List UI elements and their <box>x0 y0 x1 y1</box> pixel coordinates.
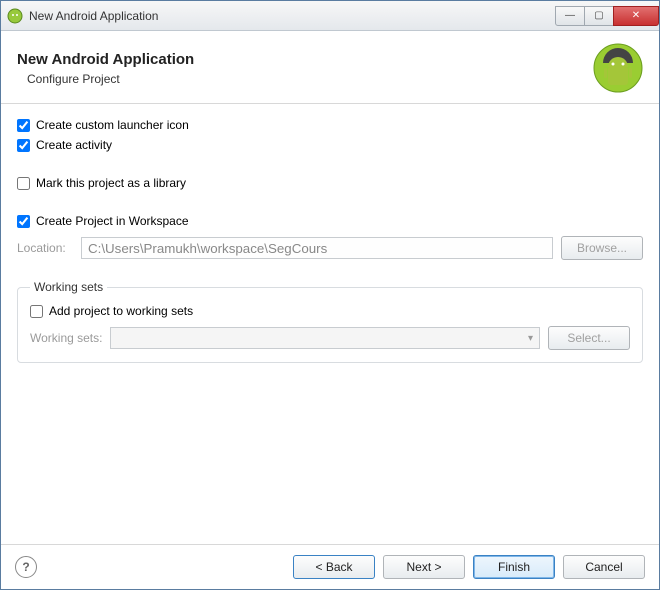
cancel-button[interactable]: Cancel <box>563 555 645 579</box>
wizard-content: Create custom launcher icon Create activ… <box>1 104 659 544</box>
location-input <box>81 237 553 259</box>
minimize-button[interactable]: — <box>555 6 585 26</box>
android-icon <box>593 43 643 93</box>
working-sets-select: ▾ <box>110 327 540 349</box>
help-icon[interactable]: ? <box>15 556 37 578</box>
create-launcher-label: Create custom launcher icon <box>36 118 189 132</box>
back-button[interactable]: < Back <box>293 555 375 579</box>
next-button[interactable]: Next > <box>383 555 465 579</box>
mark-library-label: Mark this project as a library <box>36 176 186 190</box>
chevron-down-icon: ▾ <box>528 333 533 344</box>
create-in-workspace-label: Create Project in Workspace <box>36 214 189 228</box>
titlebar[interactable]: New Android Application — ▢ ✕ <box>1 1 659 31</box>
create-activity-label: Create activity <box>36 138 112 152</box>
location-label: Location: <box>17 241 73 255</box>
add-to-working-sets-label: Add project to working sets <box>49 304 193 318</box>
add-to-working-sets-checkbox[interactable]: Add project to working sets <box>30 304 630 318</box>
window-title: New Android Application <box>29 9 555 23</box>
create-in-workspace-checkbox[interactable]: Create Project in Workspace <box>17 214 643 228</box>
page-title: New Android Application <box>17 51 593 68</box>
mark-library-checkbox[interactable]: Mark this project as a library <box>17 176 643 190</box>
wizard-banner: New Android Application Configure Projec… <box>1 31 659 104</box>
finish-button[interactable]: Finish <box>473 555 555 579</box>
working-sets-label: Working sets: <box>30 331 102 345</box>
browse-button: Browse... <box>561 236 643 260</box>
create-launcher-checkbox[interactable]: Create custom launcher icon <box>17 118 643 132</box>
dialog-window: New Android Application — ▢ ✕ New Androi… <box>0 0 660 590</box>
create-activity-checkbox[interactable]: Create activity <box>17 138 643 152</box>
close-button[interactable]: ✕ <box>613 6 659 26</box>
wizard-footer: ? < Back Next > Finish Cancel <box>1 545 659 589</box>
app-icon <box>7 8 23 24</box>
maximize-button[interactable]: ▢ <box>584 6 614 26</box>
working-sets-group: Working sets Add project to working sets… <box>17 280 643 363</box>
select-working-sets-button: Select... <box>548 326 630 350</box>
window-buttons: — ▢ ✕ <box>555 6 659 26</box>
working-sets-legend: Working sets <box>30 280 107 294</box>
page-subtitle: Configure Project <box>27 72 593 86</box>
